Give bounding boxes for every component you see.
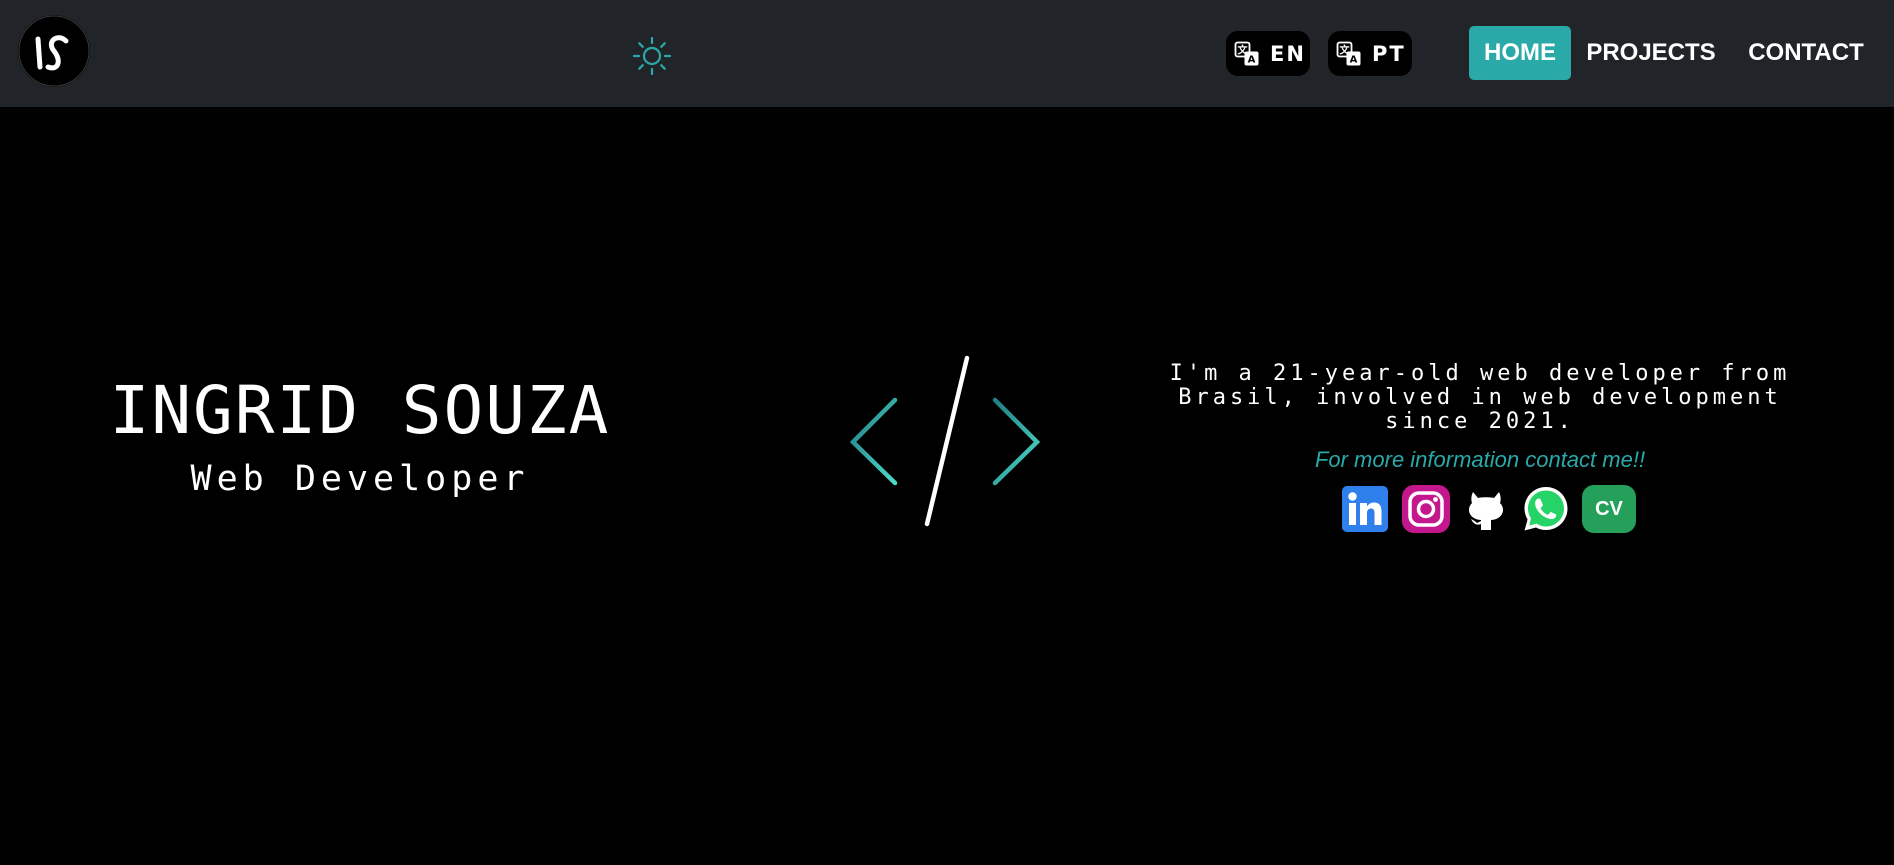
language-pt-button[interactable]: 文 A PT [1328, 31, 1412, 76]
translate-icon: 文 A [1336, 41, 1361, 65]
instagram-link[interactable] [1402, 485, 1450, 533]
svg-text:A: A [1248, 54, 1256, 65]
hero-name: INGRID SOUZA [109, 372, 611, 449]
github-icon [1468, 492, 1504, 530]
logo-mark-icon [18, 15, 90, 87]
linkedin-link[interactable] [1341, 485, 1389, 533]
instagram-icon [1402, 485, 1450, 533]
nav-projects-link[interactable]: PROJECTS [1578, 26, 1724, 80]
nav-contact-link[interactable]: CONTACT [1733, 26, 1879, 80]
about-line: since 2021. [1385, 409, 1575, 434]
about-text: I'm a 21-year-old web developer from Bra… [1120, 362, 1840, 434]
code-brackets-icon [845, 350, 1045, 530]
sun-icon [632, 36, 672, 76]
nav-home-link[interactable]: HOME [1469, 26, 1571, 80]
svg-text:A: A [1350, 54, 1358, 65]
hero-role: Web Developer [190, 459, 530, 499]
language-en-label: EN [1270, 41, 1306, 66]
about-line: Brasil, involved in web development [1178, 385, 1782, 410]
github-link[interactable] [1462, 485, 1510, 533]
cv-download-button[interactable]: CV [1582, 485, 1636, 533]
linkedin-icon [1342, 486, 1388, 532]
about-line: I'm a 21-year-old web developer from [1169, 361, 1791, 386]
language-en-button[interactable]: 文 A EN [1226, 31, 1310, 76]
navbar: 文 A EN 文 A PT HOME PROJECTS CONTACT [0, 0, 1894, 107]
whatsapp-icon [1524, 487, 1568, 531]
translate-icon: 文 A [1234, 41, 1259, 65]
theme-toggle[interactable] [630, 36, 674, 76]
contact-cta: For more information contact me!! [1314, 447, 1646, 472]
language-pt-label: PT [1372, 41, 1406, 66]
logo[interactable] [18, 15, 90, 87]
whatsapp-link[interactable] [1522, 485, 1570, 533]
